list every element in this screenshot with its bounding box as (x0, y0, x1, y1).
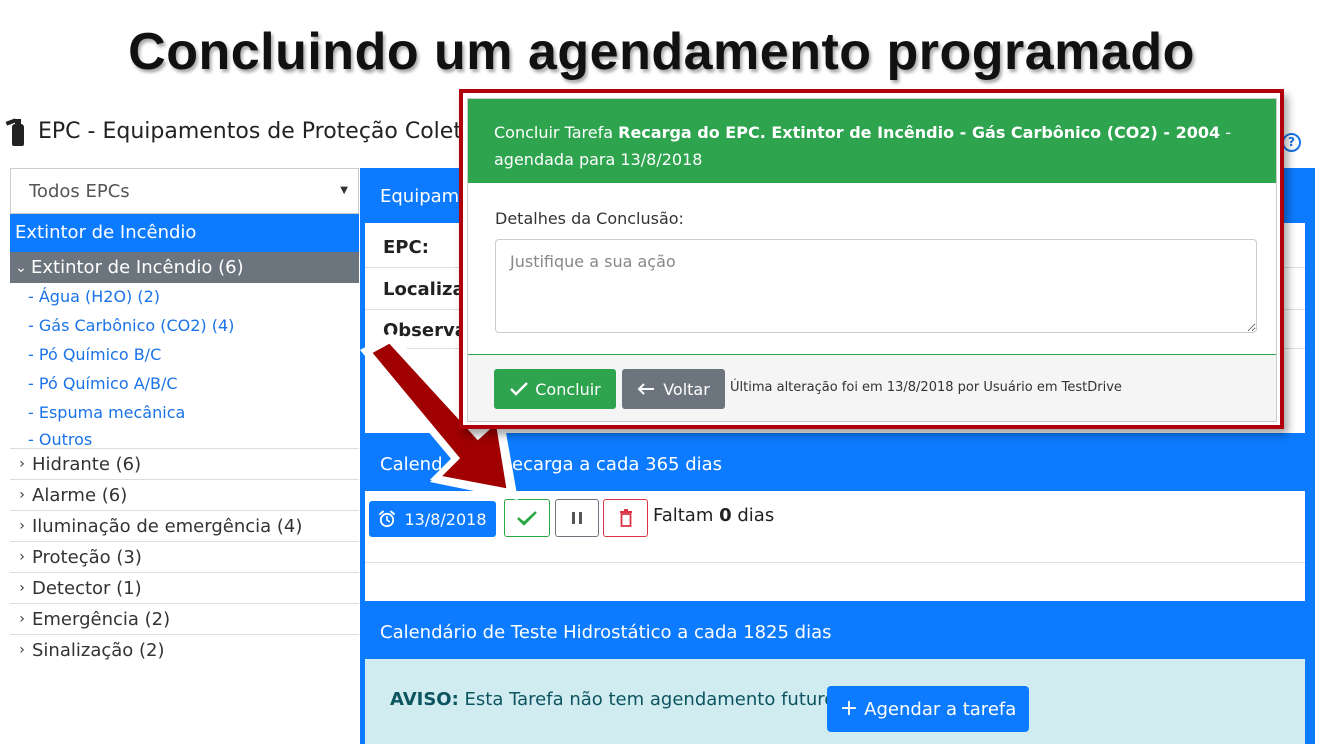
slide-title: Concluindo um agendamento programado (128, 23, 1195, 81)
chevron-right-icon: › (19, 580, 25, 596)
app-header: EPC - Equipamentos de Proteção Colet (5, 116, 462, 146)
sidebar-subitem-po-quimico-bc[interactable]: - Pó Químico B/C (10, 341, 359, 370)
sidebar-group-hidrante[interactable]: › Hidrante (6) (10, 448, 359, 479)
sidebar-group-label: Detector (1) (32, 577, 142, 599)
pause-icon (572, 512, 582, 524)
alarm-clock-icon (379, 510, 396, 528)
sidebar-group-active[interactable]: ⌄ Extintor de Incêndio (6) (10, 252, 359, 283)
delete-task-button[interactable] (603, 499, 648, 537)
arrow-left-icon (637, 383, 655, 395)
remaining-days-value: 0 (719, 505, 732, 526)
chevron-right-icon: › (19, 487, 25, 503)
caret-down-icon: ▼ (340, 185, 348, 196)
plus-icon: + (839, 696, 859, 721)
chevron-right-icon: › (19, 611, 25, 627)
check-icon (517, 511, 537, 526)
sidebar-group-iluminacao[interactable]: › Iluminação de emergência (4) (10, 510, 359, 541)
chevron-right-icon: › (19, 456, 25, 472)
conclude-task-modal: Concluir Tarefa Recarga do EPC. Extintor… (467, 98, 1277, 422)
chevron-right-icon: › (19, 518, 25, 534)
section-hidrostatico-title: Calendário de Teste Hidrostático a cada … (380, 622, 832, 643)
aviso-text: AVISO: Esta Tarefa não tem agendamento f… (390, 689, 841, 710)
sidebar-group-detector[interactable]: › Detector (1) (10, 572, 359, 603)
sidebar-group-emergencia[interactable]: › Emergência (2) (10, 603, 359, 634)
schedule-task-label: Agendar a tarefa (864, 698, 1017, 720)
sidebar-subitem-espuma[interactable]: - Espuma mecânica (10, 399, 359, 428)
trash-icon (619, 509, 632, 527)
remaining-days-text: Faltam 0 dias (653, 505, 774, 526)
aviso-alert: AVISO: Esta Tarefa não tem agendamento f… (365, 659, 1305, 744)
last-change-note: Última alteração foi em 13/8/2018 por Us… (730, 380, 1122, 395)
sidebar-group-sinalizacao[interactable]: › Sinalização (2) (10, 634, 359, 665)
fire-extinguisher-icon (5, 116, 28, 146)
modal-footer: Concluir Voltar Última alteração foi em … (468, 354, 1276, 421)
modal-header-prefix: Concluir Tarefa (494, 123, 614, 142)
aviso-message: Esta Tarefa não tem agendamento futuro. (464, 689, 841, 710)
sidebar-group-label: Extintor de Incêndio (6) (31, 257, 244, 278)
chevron-down-icon: ⌄ (15, 259, 27, 276)
concluir-label: Concluir (535, 379, 601, 399)
modal-header: Concluir Tarefa Recarga do EPC. Extintor… (468, 99, 1276, 183)
sidebar-group-label: Proteção (3) (32, 546, 142, 568)
modal-header-task: Recarga do EPC. Extintor de Incêndio - G… (618, 123, 1221, 142)
sidebar-group-label: Sinalização (2) (32, 639, 165, 661)
section-equipment-title: Equipame (380, 186, 471, 207)
highlight-frame: Concluir Tarefa Recarga do EPC. Extintor… (459, 89, 1284, 429)
schedule-task-button[interactable]: + Agendar a tarefa (827, 686, 1029, 732)
voltar-label: Voltar (663, 379, 710, 399)
sidebar-group-label: Hidrante (6) (32, 453, 142, 475)
aviso-label: AVISO: (390, 689, 459, 710)
sidebar-group-alarme[interactable]: › Alarme (6) (10, 479, 359, 510)
conclusion-details-label: Detalhes da Conclusão: (495, 209, 684, 228)
pause-task-button[interactable] (555, 499, 599, 537)
voltar-button[interactable]: Voltar (622, 369, 725, 409)
sidebar-subitem-agua[interactable]: - Água (H2O) (2) (10, 283, 359, 312)
concluir-button[interactable]: Concluir (494, 369, 616, 409)
sidebar-group-label: Iluminação de emergência (4) (32, 515, 303, 537)
epc-filter-select[interactable]: Todos EPCs ▼ (10, 168, 359, 214)
chevron-right-icon: › (19, 642, 25, 658)
divider (365, 562, 1305, 563)
localizacao-label: Localiza (383, 279, 465, 300)
chevron-right-icon: › (19, 549, 25, 565)
sidebar-subitem-gas-carbonico[interactable]: - Gás Carbônico (CO2) (4) (10, 312, 359, 341)
epc-label: EPC: (383, 237, 429, 258)
slide: { "slide": { "title": "Concluindo um age… (0, 0, 1323, 744)
help-icon[interactable]: ? (1282, 133, 1301, 152)
filter-selected-value: Todos EPCs (29, 181, 130, 202)
section-recarga-title-right: ecarga a cada 365 dias (512, 454, 723, 475)
sidebar-subitem-outros[interactable]: - Outros (10, 428, 359, 449)
sidebar: Todos EPCs ▼ Extintor de Incêndio ⌄ Exti… (10, 168, 359, 665)
sidebar-group-label: Emergência (2) (32, 608, 171, 630)
conclusion-details-textarea[interactable] (495, 239, 1257, 333)
sidebar-subitem-po-quimico-abc[interactable]: - Pó Químico A/B/C (10, 370, 359, 399)
remaining-suffix: dias (737, 505, 775, 526)
remaining-prefix: Faltam (653, 505, 714, 526)
category-header[interactable]: Extintor de Incêndio (10, 214, 359, 252)
app-title: EPC - Equipamentos de Proteção Colet (38, 118, 462, 144)
sidebar-group-protecao[interactable]: › Proteção (3) (10, 541, 359, 572)
sidebar-group-label: Alarme (6) (32, 484, 128, 506)
schedule-date-label: 13/8/2018 (404, 509, 487, 529)
check-icon (510, 382, 529, 396)
